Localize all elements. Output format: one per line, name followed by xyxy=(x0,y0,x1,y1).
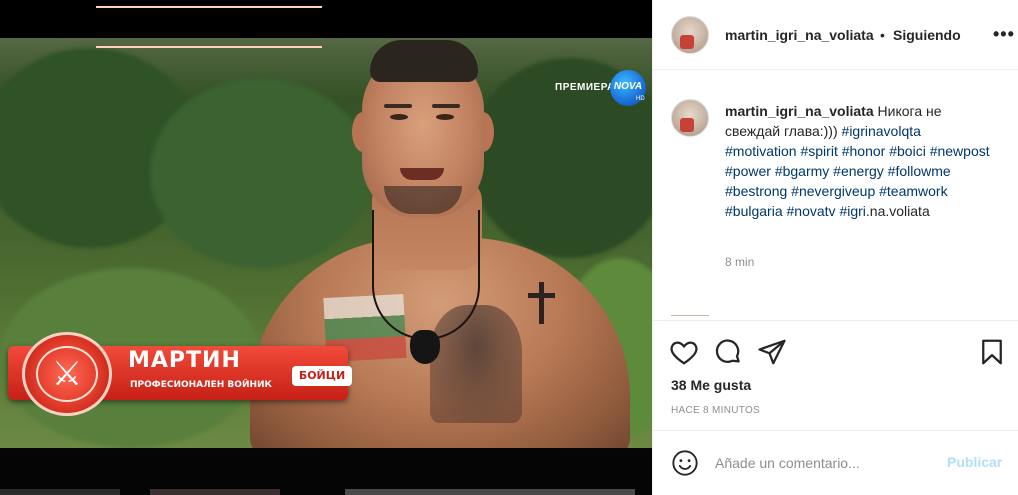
hashtag-link[interactable]: #teamwork xyxy=(879,183,947,199)
post-side-panel: martin_igri_na_voliata • Siguiendo ••• m… xyxy=(652,0,1018,495)
comments-section[interactable]: martin_igri_na_voliata Никога не свеждай… xyxy=(653,71,1018,319)
bookmark-icon[interactable] xyxy=(977,337,1007,367)
person-brow xyxy=(384,104,412,108)
share-icon[interactable] xyxy=(757,337,787,367)
emoji-icon[interactable] xyxy=(671,449,699,477)
avatar[interactable] xyxy=(671,16,709,54)
contestant-role: ПРОФЕСИОНАЛЕН ВОЙНИК xyxy=(130,380,272,390)
necklace-cord xyxy=(372,210,480,340)
comment-input[interactable] xyxy=(715,451,935,475)
hashtag-link[interactable]: #followme xyxy=(888,163,951,179)
hashtag-link[interactable]: #power xyxy=(725,163,771,179)
header-separator: • xyxy=(880,27,885,43)
post-media[interactable]: ПРЕМИЕРА NOVA HD МАРТИН ПРОФЕСИОНАЛЕН ВО… xyxy=(0,0,652,495)
person-eye xyxy=(390,114,408,120)
hashtag-link[interactable]: #igrinavolqta xyxy=(842,123,921,139)
hashtag-link[interactable]: #boici xyxy=(889,143,926,159)
person-hair xyxy=(370,40,478,82)
foliage xyxy=(150,78,370,268)
necklace-pendant xyxy=(410,330,440,364)
premiere-label: ПРЕМИЕРА xyxy=(555,82,615,93)
hashtag-link[interactable]: #honor xyxy=(842,143,886,159)
likes-count[interactable]: 38 Me gusta xyxy=(671,377,751,393)
cross-tattoo xyxy=(528,293,555,298)
heart-icon[interactable] xyxy=(669,337,699,367)
header-username[interactable]: martin_igri_na_voliata xyxy=(725,27,874,43)
next-comment-peek xyxy=(671,315,709,318)
comment-icon[interactable] xyxy=(713,337,743,367)
hd-badge: HD xyxy=(636,96,645,102)
channel-logo-text: NOVA xyxy=(613,81,643,92)
caption-time: 8 min xyxy=(725,255,755,269)
post-caption: martin_igri_na_voliata Никога не свеждай… xyxy=(725,101,995,221)
hashtag-link[interactable]: #novatv xyxy=(787,203,836,219)
caption-tail: .na.voliata xyxy=(865,203,930,219)
crossed-swords-icon: ⚔ xyxy=(51,355,83,393)
hashtag-link[interactable]: #motivation xyxy=(725,143,797,159)
hashtag-link[interactable]: #igri xyxy=(839,203,865,219)
post-timestamp[interactable]: HACE 8 MINUTOS xyxy=(671,405,760,416)
hashtag-link[interactable]: #bestrong xyxy=(725,183,787,199)
person-mouth xyxy=(400,168,444,180)
next-post-preview xyxy=(150,489,280,495)
comment-composer: Publicar xyxy=(653,430,1018,495)
hashtag-link[interactable]: #bulgaria xyxy=(725,203,783,219)
caption-avatar[interactable] xyxy=(671,99,709,137)
hashtag-link[interactable]: #spirit xyxy=(800,143,837,159)
person-brow xyxy=(432,104,460,108)
publish-button[interactable]: Publicar xyxy=(947,454,1002,470)
hashtag-link[interactable]: #newpost xyxy=(930,143,990,159)
hashtag-link[interactable]: #nevergiveup xyxy=(791,183,875,199)
hashtag-link[interactable]: #energy xyxy=(833,163,884,179)
more-options-icon[interactable]: ••• xyxy=(993,24,1015,45)
hashtag-link[interactable]: #bgarmy xyxy=(775,163,829,179)
media-bottom-strip xyxy=(0,448,652,495)
following-button[interactable]: Siguiendo xyxy=(893,27,961,43)
team-tag: БОЙЦИ xyxy=(292,366,352,386)
next-post-preview xyxy=(345,489,635,495)
next-post-preview xyxy=(0,489,120,495)
contestant-name: МАРТИН xyxy=(128,348,241,373)
cross-tattoo xyxy=(539,282,544,324)
lower-third-frame xyxy=(96,6,322,48)
person-eye xyxy=(436,114,454,120)
caption-username[interactable]: martin_igri_na_voliata xyxy=(725,103,874,119)
post-actions: 38 Me gusta HACE 8 MINUTOS xyxy=(653,320,1018,430)
post-header: martin_igri_na_voliata • Siguiendo ••• xyxy=(653,0,1018,70)
